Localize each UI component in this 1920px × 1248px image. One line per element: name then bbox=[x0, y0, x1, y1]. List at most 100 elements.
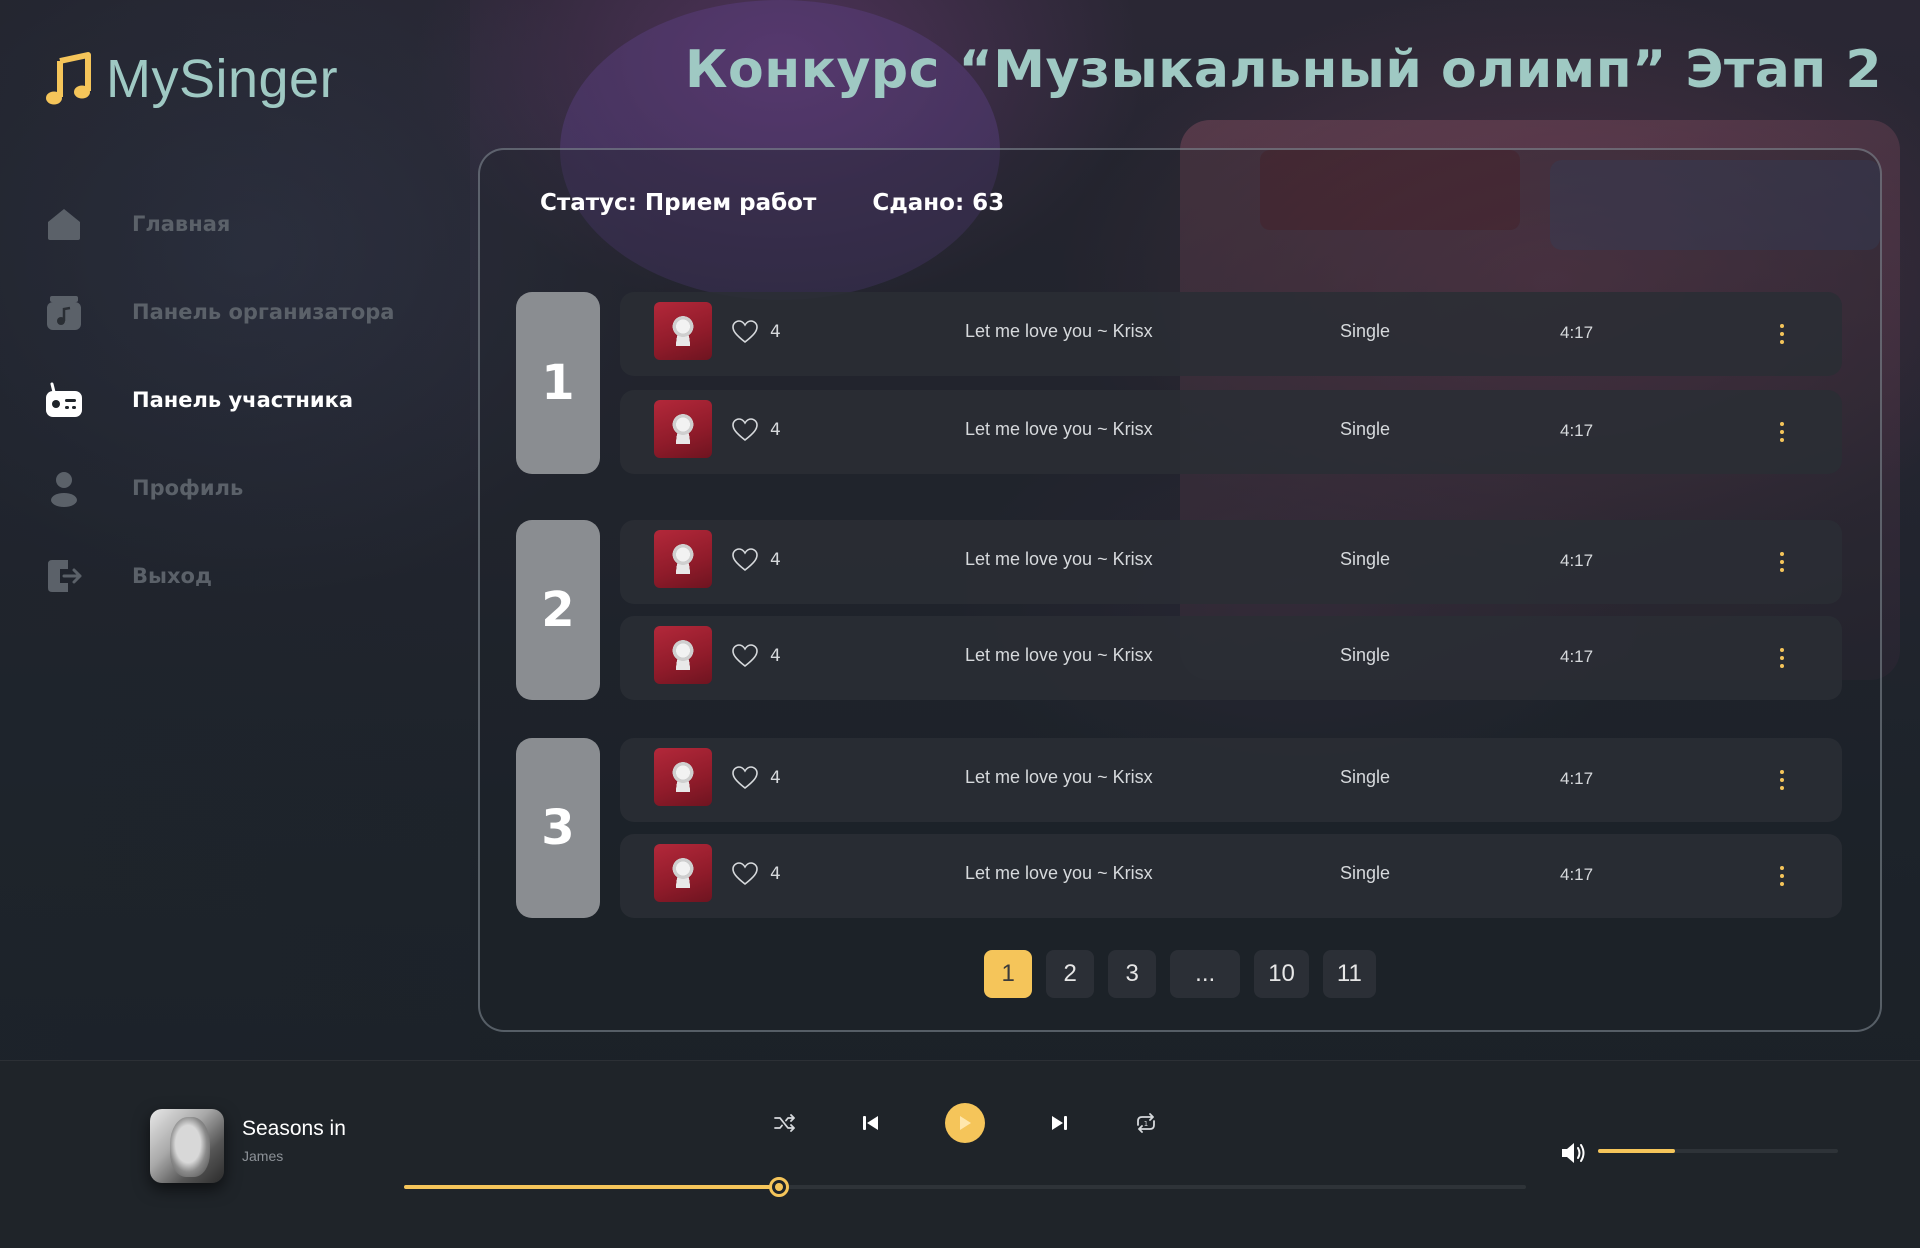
progress-bar[interactable] bbox=[404, 1177, 1526, 1197]
user-icon bbox=[40, 464, 88, 512]
like-count: 4 bbox=[770, 768, 781, 788]
more-options-icon[interactable] bbox=[1770, 316, 1794, 352]
track-cover bbox=[654, 844, 712, 902]
track-title: Let me love you ~ Krisx bbox=[965, 863, 1153, 883]
volume-slider[interactable] bbox=[1598, 1149, 1838, 1153]
more-options-icon[interactable] bbox=[1770, 640, 1794, 676]
page-button[interactable]: 2 bbox=[1046, 950, 1095, 998]
now-playing-title: Seasons in bbox=[242, 1117, 346, 1140]
track-type: Single bbox=[1340, 549, 1391, 569]
now-playing-cover[interactable] bbox=[150, 1109, 224, 1183]
more-options-icon[interactable] bbox=[1770, 858, 1794, 894]
sidebar-item-logout[interactable]: Выход bbox=[40, 532, 420, 620]
track-type: Single bbox=[1340, 645, 1391, 665]
radio-icon bbox=[40, 376, 88, 424]
like-count: 4 bbox=[770, 864, 781, 884]
play-button[interactable] bbox=[943, 1101, 987, 1145]
more-options-icon[interactable] bbox=[1770, 762, 1794, 798]
logout-icon bbox=[40, 552, 88, 600]
page-title: Конкурс “Музыкальный олимп” Этап 2 bbox=[685, 40, 1882, 100]
heart-icon[interactable] bbox=[732, 320, 758, 344]
page-button[interactable]: 3 bbox=[1108, 950, 1157, 998]
progress-knob[interactable] bbox=[768, 1177, 789, 1197]
heart-icon[interactable] bbox=[732, 548, 758, 572]
track-row[interactable]: 4 Let me love you ~ Krisx Single 4:17 bbox=[620, 738, 1842, 822]
track-duration: 4:17 bbox=[1560, 865, 1594, 884]
sidebar-item-home[interactable]: Главная bbox=[40, 180, 420, 268]
sidebar-item-label: Панель участника bbox=[132, 388, 354, 412]
track-group: 3 4 Let me love you ~ Krisx Single 4:17 … bbox=[516, 738, 1848, 918]
pagination: 1 2 3 ... 10 11 bbox=[480, 950, 1880, 998]
track-title: Let me love you ~ Krisx bbox=[965, 321, 1153, 341]
page-ellipsis[interactable]: ... bbox=[1170, 950, 1241, 998]
repeat-icon[interactable]: 1 bbox=[1124, 1101, 1168, 1145]
shuffle-icon[interactable] bbox=[763, 1101, 807, 1145]
progress-fill bbox=[404, 1185, 779, 1189]
track-row[interactable]: 4 Let me love you ~ Krisx Single 4:17 bbox=[620, 616, 1842, 700]
sidebar-item-label: Главная bbox=[132, 212, 231, 236]
track-cover bbox=[654, 748, 712, 806]
track-type: Single bbox=[1340, 767, 1391, 787]
track-title: Let me love you ~ Krisx bbox=[965, 767, 1153, 787]
track-cover bbox=[654, 530, 712, 588]
volume-fill bbox=[1598, 1149, 1675, 1153]
track-type: Single bbox=[1340, 321, 1391, 341]
sidebar-item-participant-panel[interactable]: Панель участника bbox=[40, 356, 420, 444]
track-title: Let me love you ~ Krisx bbox=[965, 549, 1153, 569]
now-playing-artist: James bbox=[242, 1148, 284, 1164]
music-note-icon bbox=[46, 52, 91, 105]
next-icon[interactable] bbox=[1037, 1101, 1081, 1145]
track-duration: 4:17 bbox=[1560, 551, 1594, 570]
sidebar: Главная Панель организатора Панель участ… bbox=[40, 180, 420, 620]
heart-icon[interactable] bbox=[732, 862, 758, 886]
track-duration: 4:17 bbox=[1560, 421, 1594, 440]
music-player: Seasons in James 1 bbox=[0, 1060, 1920, 1248]
track-row[interactable]: 4 Let me love you ~ Krisx Single 4:17 bbox=[620, 834, 1842, 918]
sidebar-item-label: Профиль bbox=[132, 476, 244, 500]
like-count: 4 bbox=[770, 646, 781, 666]
sidebar-item-label: Выход bbox=[132, 564, 212, 588]
track-type: Single bbox=[1340, 863, 1391, 883]
sidebar-item-profile[interactable]: Профиль bbox=[40, 444, 420, 532]
music-folder-icon bbox=[40, 288, 88, 336]
svg-text:1: 1 bbox=[1144, 1120, 1148, 1128]
heart-icon[interactable] bbox=[732, 644, 758, 668]
sidebar-item-organizer-panel[interactable]: Панель организатора bbox=[40, 268, 420, 356]
track-row[interactable]: 4 Let me love you ~ Krisx Single 4:17 bbox=[620, 292, 1842, 376]
home-icon bbox=[40, 200, 88, 248]
track-duration: 4:17 bbox=[1560, 647, 1594, 666]
more-options-icon[interactable] bbox=[1770, 414, 1794, 450]
like-count: 4 bbox=[770, 322, 781, 342]
group-number: 1 bbox=[516, 292, 600, 474]
track-cover bbox=[654, 626, 712, 684]
track-group: 1 4 Let me love you ~ Krisx Single 4:17 … bbox=[516, 292, 1848, 476]
submitted-count: Сдано: 63 bbox=[872, 190, 1005, 216]
group-number: 3 bbox=[516, 738, 600, 918]
page-button[interactable]: 10 bbox=[1254, 950, 1309, 998]
track-row[interactable]: 4 Let me love you ~ Krisx Single 4:17 bbox=[620, 520, 1842, 604]
track-title: Let me love you ~ Krisx bbox=[965, 645, 1153, 665]
previous-icon[interactable] bbox=[849, 1101, 893, 1145]
group-number: 2 bbox=[516, 520, 600, 700]
page-button[interactable]: 1 bbox=[984, 950, 1033, 998]
track-duration: 4:17 bbox=[1560, 769, 1594, 788]
heart-icon[interactable] bbox=[732, 766, 758, 790]
track-group: 2 4 Let me love you ~ Krisx Single 4:17 … bbox=[516, 520, 1848, 700]
contest-summary: Статус: Прием работ Сдано: 63 bbox=[540, 190, 1004, 216]
contest-panel: Статус: Прием работ Сдано: 63 1 4 Let me… bbox=[478, 148, 1882, 1032]
track-duration: 4:17 bbox=[1560, 323, 1594, 342]
track-row[interactable]: 4 Let me love you ~ Krisx Single 4:17 bbox=[620, 390, 1842, 474]
more-options-icon[interactable] bbox=[1770, 544, 1794, 580]
heart-icon[interactable] bbox=[732, 418, 758, 442]
like-count: 4 bbox=[770, 420, 781, 440]
like-count: 4 bbox=[770, 550, 781, 570]
page-button[interactable]: 11 bbox=[1322, 950, 1376, 998]
app-name: MySinger bbox=[106, 49, 339, 109]
app-logo[interactable]: MySinger bbox=[44, 48, 338, 110]
status-text: Статус: Прием работ bbox=[540, 190, 817, 216]
track-cover bbox=[654, 400, 712, 458]
track-type: Single bbox=[1340, 419, 1391, 439]
track-title: Let me love you ~ Krisx bbox=[965, 419, 1153, 439]
volume-icon[interactable] bbox=[1560, 1141, 1588, 1165]
sidebar-item-label: Панель организатора bbox=[132, 300, 395, 324]
